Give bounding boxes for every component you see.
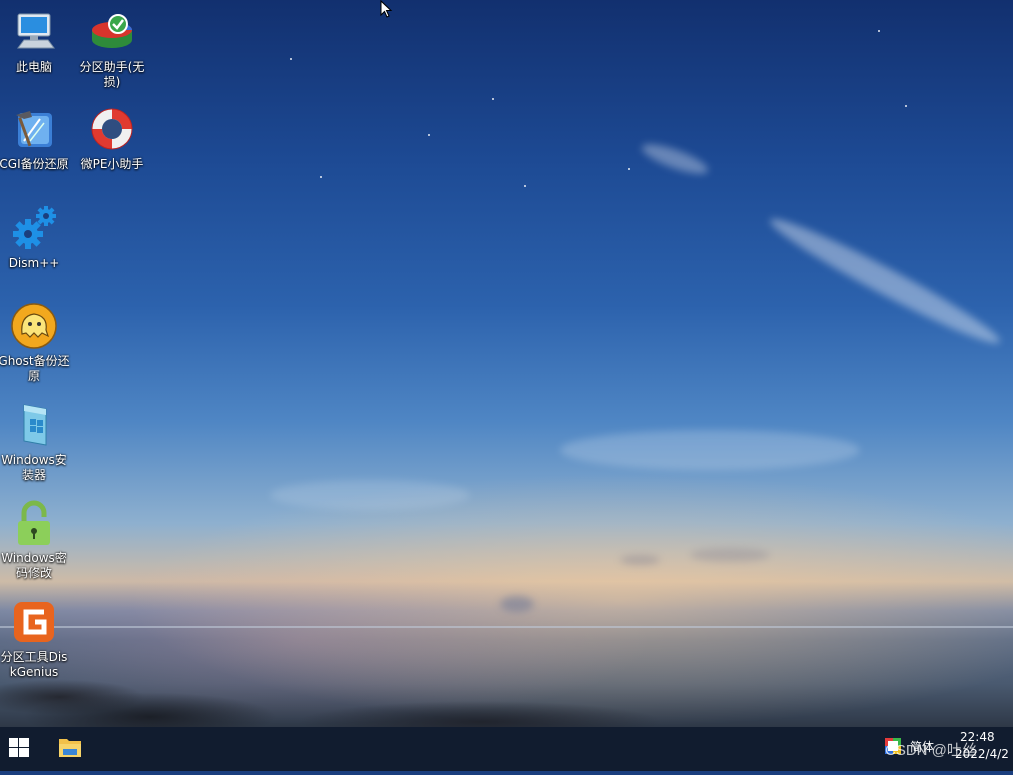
ghost-icon bbox=[10, 302, 58, 350]
computer-icon bbox=[10, 8, 58, 56]
clock-date[interactable]: 2022/4/2 bbox=[955, 747, 1009, 761]
diskgenius-icon bbox=[10, 598, 58, 646]
gears-icon bbox=[10, 204, 58, 252]
desktop-icon-windows-password[interactable]: Windows密码修改 bbox=[0, 499, 71, 581]
icon-label: 分区工具DiskGenius bbox=[0, 650, 68, 679]
mouse-cursor-icon bbox=[380, 0, 394, 20]
icon-label: 微PE小助手 bbox=[80, 157, 144, 171]
taskbar: 简体 22:48 2022/4/2 bbox=[0, 727, 1013, 771]
file-explorer-icon bbox=[59, 739, 81, 757]
desktop-icon-cgi-backup[interactable]: CGI备份还原 bbox=[0, 105, 71, 172]
padlock-icon bbox=[10, 499, 58, 547]
desktop-icon-diskgenius[interactable]: 分区工具DiskGenius bbox=[0, 598, 71, 680]
icon-label: 分区助手(无损) bbox=[79, 60, 145, 89]
icon-label: CGI备份还原 bbox=[0, 157, 69, 171]
icon-label: 此电脑 bbox=[15, 60, 52, 74]
icon-label: Windows密码修改 bbox=[1, 551, 67, 580]
desktop-icon-partition-assistant[interactable]: 分区助手(无损) bbox=[75, 8, 149, 90]
ime-icon[interactable] bbox=[885, 738, 901, 754]
file-explorer-button[interactable] bbox=[50, 727, 90, 771]
desktop-icon-ghost[interactable]: Ghost备份还原 bbox=[0, 302, 71, 384]
cgi-backup-icon bbox=[10, 105, 58, 153]
clock-time[interactable]: 22:48 bbox=[960, 730, 995, 744]
icon-label: Ghost备份还原 bbox=[0, 354, 70, 383]
windows-logo-icon bbox=[9, 738, 29, 757]
lifebuoy-icon bbox=[88, 105, 136, 153]
icon-label: Windows安装器 bbox=[1, 453, 67, 482]
partition-assistant-icon bbox=[88, 8, 136, 56]
desktop-background bbox=[0, 0, 1013, 727]
windows-installer-icon bbox=[10, 401, 58, 449]
desktop-icon-wepe-helper[interactable]: 微PE小助手 bbox=[75, 105, 149, 172]
ime-mode-label[interactable]: 简体 bbox=[910, 738, 934, 755]
desktop-icon-dism[interactable]: Dism++ bbox=[0, 204, 71, 271]
desktop-icon-this-pc[interactable]: 此电脑 bbox=[0, 8, 71, 75]
icon-label: Dism++ bbox=[8, 256, 60, 270]
start-button[interactable] bbox=[0, 727, 38, 771]
desktop-icon-windows-installer[interactable]: Windows安装器 bbox=[0, 401, 71, 483]
